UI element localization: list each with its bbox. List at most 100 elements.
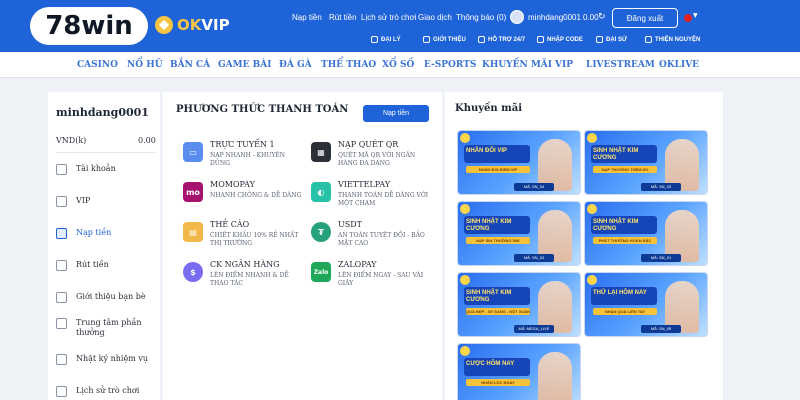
sidebar-item-vip[interactable]: VIP: [56, 196, 156, 207]
promo-banner[interactable]: SINH NHẬT KIM CƯƠNG PHÁT THƯỞNG HOÀN ĐẶC…: [584, 201, 708, 266]
method-desc: LÊN ĐIỂM NHANH & DỄ THAO TÁC: [210, 272, 289, 287]
cat-promotions[interactable]: KHUYẾN MÃI: [482, 60, 552, 70]
banner-subtitle: NHẬN LỘC NGAY: [466, 379, 530, 386]
bank-transfer-icon: $: [183, 262, 203, 282]
agent-icon: [371, 36, 378, 43]
method-desc: THANH TOÁN DỄ DÀNG VỚI MỘT CHẠM: [338, 192, 429, 207]
method-name: THẺ CÀO: [210, 220, 250, 229]
chevron-down-icon[interactable]: ▼: [693, 12, 698, 19]
promo-banner[interactable]: THỬ LẠI HÔM NAY NHẬN QUÀ LIỀN TAY MÃ: SN…: [584, 272, 708, 337]
method-bank-transfer[interactable]: $ CK NGÂN HÀNG LÊN ĐIỂM NHANH & DỄ THAO …: [183, 260, 301, 298]
sidebar-item-history[interactable]: Lịch sử trò chơi: [56, 386, 156, 397]
subnav-intro[interactable]: GIỚI THIỆU: [423, 36, 466, 43]
cat-card-games[interactable]: GAME BÀI: [218, 60, 271, 70]
banner-title: NHÂN ĐÔI VIP: [466, 148, 508, 154]
cat-fishing[interactable]: BẮN CÁ: [170, 60, 210, 70]
method-desc: LÊN ĐIỂM NGAY - SAU VÀI GIÂY: [338, 272, 424, 287]
cat-lottery[interactable]: XỔ SỐ: [382, 60, 414, 70]
cat-casino[interactable]: CASINO: [77, 60, 118, 70]
banner-code: MÃ: SN_01: [641, 254, 681, 262]
method-scratch-card[interactable]: ▤ THẺ CÀO CHIẾT KHẤU 10% RẺ NHẤT THỊ TRƯ…: [183, 220, 301, 258]
payment-methods-panel: PHƯƠNG THỨC THANH TOÁN Nạp tiền ▭ TRỰC T…: [163, 92, 442, 400]
banner-title: SINH NHẬT KIM CƯƠNG: [466, 219, 512, 232]
avatar[interactable]: [510, 10, 524, 24]
scratch-card-icon: ▤: [183, 222, 203, 242]
deposit-icon: [56, 228, 67, 239]
withdraw-icon: [56, 260, 67, 271]
cat-esports[interactable]: E-SPORTS: [424, 60, 476, 70]
subnav-charity[interactable]: THIỆN NGUYỆN: [645, 36, 700, 43]
sidebar-item-withdraw[interactable]: Rút tiền: [56, 260, 156, 271]
subnav-agent[interactable]: ĐẠI LÝ: [371, 36, 401, 43]
banner-title: SINH NHẬT KIM CƯƠNG: [466, 290, 512, 303]
cat-sports[interactable]: THỂ THAO: [321, 60, 376, 70]
promo-banner[interactable]: SINH NHẬT KIM CƯƠNG NẠP SIN THƯỞNG 50K M…: [457, 201, 581, 266]
subnav-code[interactable]: NHẬP CODE: [537, 36, 583, 43]
vietnam-flag-icon[interactable]: [684, 14, 692, 22]
history-icon: [56, 386, 67, 397]
method-online-1[interactable]: ▭ TRỰC TUYẾN 1 NẠP NHANH - KHUYÊN DÙNG: [183, 140, 301, 178]
promo-banner[interactable]: SINH NHẬT KIM CƯƠNG NẠP THƯỞNG THÊM 8% M…: [584, 130, 708, 195]
method-desc: NẠP NHANH - KHUYÊN DÙNG: [210, 152, 286, 167]
sidebar-item-label: Giới thiệu bạn bè: [76, 292, 146, 301]
banner-code: MÃ: MEGA_LIVE: [514, 325, 554, 333]
balloon-icon: [460, 275, 470, 285]
promo-banner[interactable]: CƯỢC HÔM NAY NHẬN LỘC NGAY: [457, 343, 581, 400]
sidebar-item-refer[interactable]: Giới thiệu bạn bè: [56, 292, 156, 303]
divider: [56, 152, 156, 153]
sidebar-item-tasks[interactable]: Nhật ký nhiệm vụ: [56, 354, 156, 365]
balloon-icon: [460, 204, 470, 214]
method-momopay[interactable]: mo MOMOPAY NHANH CHÓNG & DỄ DÀNG: [183, 180, 301, 218]
sidebar-item-label: Nạp tiền: [76, 228, 112, 237]
cat-livestream[interactable]: LIVESTREAM: [586, 60, 655, 70]
balloon-icon: [587, 275, 597, 285]
brand-logo[interactable]: 78win: [30, 7, 148, 45]
banner-subtitle: NHÂN ĐÔI ĐIỂM VIP: [466, 166, 530, 173]
okvip-mark-icon: [155, 16, 173, 34]
sidebar-item-deposit[interactable]: Nạp tiền: [56, 228, 156, 239]
okvip-logo[interactable]: OK VIP: [153, 14, 230, 36]
deposit-button[interactable]: Nạp tiền: [363, 105, 429, 122]
promo-banner[interactable]: SINH NHẬT KIM CƯƠNG QUÀ ĐẸP - XE SANG - …: [457, 272, 581, 337]
intro-icon: [423, 36, 430, 43]
banner-subtitle: NẠP THƯỞNG THÊM 8%: [593, 166, 657, 173]
charity-icon: [645, 36, 652, 43]
model-image: [538, 352, 572, 400]
topnav-deposit[interactable]: Nạp tiền: [292, 13, 322, 22]
card-icon: ▭: [183, 142, 203, 162]
method-name: CK NGÂN HÀNG: [210, 260, 280, 269]
topnav-notifications[interactable]: Thông báo (0): [456, 13, 506, 22]
banner-subtitle: PHÁT THƯỞNG HOÀN ĐẶC: [593, 237, 657, 244]
refresh-icon[interactable]: ↻: [598, 12, 606, 22]
method-qr[interactable]: ▦ NẠP QUÉT QR QUÉT MÃ QR VỚI NGÂN HÀNG Đ…: [311, 140, 429, 178]
task-icon: [56, 354, 67, 365]
sidebar-item-account[interactable]: Tài khoản: [56, 164, 156, 175]
cat-cockfight[interactable]: ĐÁ GÀ: [279, 60, 312, 70]
category-nav: CASINO NỔ HŨ BẮN CÁ GAME BÀI ĐÁ GÀ THỂ T…: [0, 52, 800, 78]
banner-title: THỬ LẠI HÔM NAY: [593, 290, 647, 296]
banner-code: MÃ: SN_02: [514, 254, 554, 262]
sidebar-currency: VND(k): [56, 136, 87, 145]
method-desc: QUÉT MÃ QR VỚI NGÂN HÀNG ĐA DẠNG: [338, 152, 416, 167]
method-viettelpay[interactable]: ◐ VIETTELPAY THANH TOÁN DỄ DÀNG VỚI MỘT …: [311, 180, 429, 218]
usdt-icon: ₮: [311, 222, 331, 242]
balloon-icon: [587, 133, 597, 143]
topnav-transactions[interactable]: Giao dịch: [418, 13, 452, 22]
method-zalopay[interactable]: Zalo ZALOPAY LÊN ĐIỂM NGAY - SAU VÀI GIÂ…: [311, 260, 429, 298]
subnav-ambassador[interactable]: ĐẠI SỨ: [596, 36, 627, 43]
subnav-intro-label: GIỚI THIỆU: [433, 36, 466, 43]
cat-vip[interactable]: VIP: [555, 60, 573, 70]
cat-slots[interactable]: NỔ HŨ: [127, 60, 163, 70]
account-sidebar: minhdang0001 VND(k) 0.00 Tài khoản VIP N…: [48, 92, 160, 400]
subnav-support[interactable]: HỖ TRỢ 24/7: [478, 36, 525, 43]
banner-code: MÃ: SN_04: [514, 183, 554, 191]
topnav-game-history[interactable]: Lịch sử trò chơi: [361, 13, 417, 22]
cat-oklive[interactable]: OKLIVE: [659, 60, 699, 70]
sidebar-item-rewards[interactable]: Trung tâm phần thưởng: [56, 318, 156, 338]
topnav-withdraw[interactable]: Rút tiền: [329, 13, 357, 22]
subnav-charity-label: THIỆN NGUYỆN: [655, 36, 701, 43]
logout-button[interactable]: Đăng xuất: [612, 8, 678, 28]
method-name: VIETTELPAY: [338, 180, 391, 189]
promo-banner[interactable]: NHÂN ĐÔI VIP NHÂN ĐÔI ĐIỂM VIP MÃ: SN_04: [457, 130, 581, 195]
method-usdt[interactable]: ₮ USDT AN TOÀN TUYỆT ĐỐI - BẢO MẬT CAO: [311, 220, 429, 258]
